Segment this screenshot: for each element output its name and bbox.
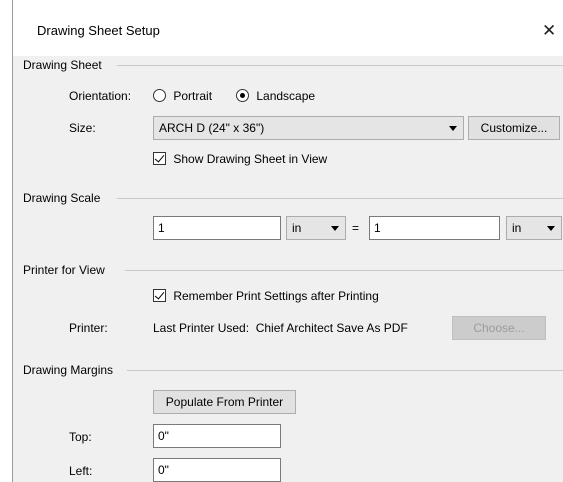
printer-section-title: Printer for View [23,263,109,277]
remember-print-settings-label: Remember Print Settings after Printing [173,289,379,303]
close-icon[interactable]: ✕ [542,18,563,44]
chevron-down-icon [331,226,339,231]
show-sheet-checkbox[interactable]: Show Drawing Sheet in View [153,152,327,166]
margins-divider [127,370,563,371]
remember-print-settings-checkbox[interactable]: Remember Print Settings after Printing [153,289,379,303]
choose-printer-button[interactable]: Choose... [452,316,546,340]
scale-equals-sign: = [352,221,360,235]
orientation-label: Orientation: [69,89,132,103]
scale-left-unit-value: in [292,221,302,235]
landscape-label: Landscape [256,89,316,103]
customize-button[interactable]: Customize... [468,116,560,140]
portrait-label: Portrait [173,89,213,103]
chevron-down-icon [449,126,457,131]
title-bar: Drawing Sheet Setup ✕ [13,0,563,56]
show-sheet-checkbox-indicator[interactable] [153,152,166,165]
left-margin-input[interactable]: 0" [153,458,281,482]
chevron-down-icon [547,226,555,231]
remember-print-settings-indicator[interactable] [153,289,166,302]
populate-from-printer-button[interactable]: Populate From Printer [153,390,296,414]
drawing-sheet-section-title: Drawing Sheet [23,58,106,72]
scale-right-unit-dropdown[interactable]: in [506,216,562,240]
scale-right-input[interactable]: 1 [369,216,500,240]
top-margin-label: Top: [69,430,92,444]
scale-left-input[interactable]: 1 [153,216,281,240]
size-dropdown-value: ARCH D (24" x 36") [159,121,265,135]
top-margin-input[interactable]: 0" [153,424,281,448]
margins-section-title: Drawing Margins [23,363,118,377]
printer-divider [125,270,563,271]
left-margin-label: Left: [69,464,93,478]
printer-label: Printer: [69,321,108,335]
size-label: Size: [69,121,96,135]
printer-value: Last Printer Used: Chief Architect Save … [153,321,408,335]
drawing-scale-divider [117,198,563,199]
scale-right-unit-value: in [512,221,522,235]
landscape-radio[interactable]: Landscape [236,89,315,103]
drawing-sheet-setup-dialog: Drawing Sheet Setup ✕ Drawing Sheet Orie… [12,0,563,482]
portrait-radio-indicator[interactable] [153,89,166,102]
landscape-radio-indicator[interactable] [236,89,249,102]
portrait-radio[interactable]: Portrait [153,89,212,103]
size-dropdown[interactable]: ARCH D (24" x 36") [153,116,464,140]
drawing-scale-section-title: Drawing Scale [23,191,105,205]
dialog-title: Drawing Sheet Setup [37,23,160,38]
scale-left-unit-dropdown[interactable]: in [286,216,346,240]
show-sheet-label: Show Drawing Sheet in View [173,152,328,166]
drawing-sheet-divider [117,65,563,66]
